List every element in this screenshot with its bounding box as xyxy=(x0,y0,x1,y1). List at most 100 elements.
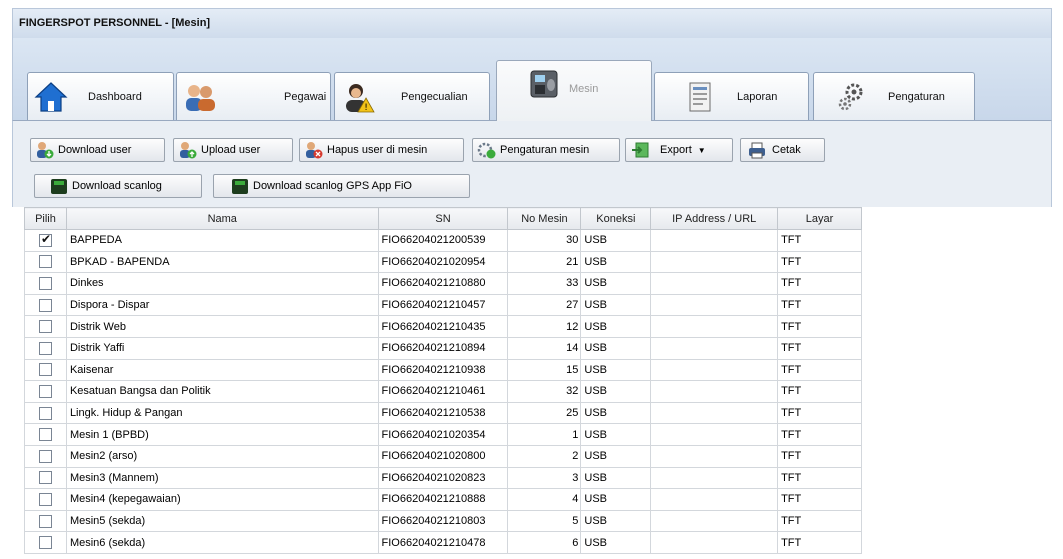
row-checkbox[interactable] xyxy=(38,406,52,420)
row-checkbox[interactable] xyxy=(38,514,52,528)
tab-dashboard[interactable]: Dashboard xyxy=(27,72,174,120)
column-header-layar[interactable]: Layar xyxy=(777,207,862,230)
table-row[interactable]: Distrik Web FIO66204021210435 12 USB TFT xyxy=(24,315,862,338)
table-row[interactable]: Distrik Yaffi FIO66204021210894 14 USB TFT xyxy=(24,336,862,360)
hapus-user-button[interactable]: Hapus user di mesin xyxy=(299,138,464,162)
koneksi-cell: USB xyxy=(580,380,652,403)
row-checkbox[interactable] xyxy=(38,449,52,463)
pilih-cell[interactable] xyxy=(24,401,67,425)
row-checkbox[interactable] xyxy=(38,232,52,247)
no-mesin-cell: 3 xyxy=(507,466,582,490)
window-title: FINGERSPOT PERSONNEL - [Mesin] xyxy=(19,17,211,29)
koneksi-cell: USB xyxy=(580,423,652,446)
layar-cell: TFT xyxy=(777,488,862,511)
table-row[interactable]: Lingk. Hidup & Pangan FIO66204021210538 25… xyxy=(24,401,862,425)
row-checkbox[interactable] xyxy=(38,492,52,506)
download-scanlog-button[interactable]: Download scanlog xyxy=(34,174,202,198)
column-header-pilih[interactable]: Pilih xyxy=(24,207,67,230)
pilih-cell[interactable] xyxy=(24,488,67,511)
table-row[interactable]: Mesin5 (sekda) FIO66204021210803 5 USB TFT xyxy=(24,509,862,533)
row-checkbox[interactable] xyxy=(38,320,52,334)
pilih-cell[interactable] xyxy=(24,293,67,317)
row-checkbox[interactable] xyxy=(38,255,52,269)
tab-label: Mesin xyxy=(569,83,599,95)
pilih-cell[interactable] xyxy=(24,444,67,468)
nama-cell: BAPPEDA xyxy=(65,229,379,252)
table-row[interactable]: Mesin6 (sekda) FIO66204021210478 6 USB TFT xyxy=(24,531,862,554)
button-label: Pengaturan mesin xyxy=(500,144,590,156)
layar-cell: TFT xyxy=(777,272,862,295)
pilih-cell[interactable] xyxy=(24,466,67,490)
download-user-button[interactable]: Download user xyxy=(30,138,165,162)
layar-cell: TFT xyxy=(777,380,862,403)
pilih-cell[interactable] xyxy=(24,423,67,446)
column-header-ip-address[interactable]: IP Address / URL xyxy=(650,207,779,230)
app-window: FINGERSPOT PERSONNEL - [Mesin] Dashboard… xyxy=(0,0,1063,559)
pilih-cell[interactable] xyxy=(24,315,67,338)
table-row[interactable]: Kaisenar FIO66204021210938 15 USB TFT xyxy=(24,358,862,382)
tab-pegawai[interactable]: Pegawai xyxy=(176,72,331,120)
koneksi-cell: USB xyxy=(580,531,652,554)
table-row[interactable]: Kesatuan Bangsa dan Politik FIO6620402121… xyxy=(24,380,862,403)
table-row[interactable]: BPKAD - BAPENDA FIO66204021020954 21 USB TFT xyxy=(24,250,862,274)
no-mesin-cell: 2 xyxy=(507,444,582,468)
pilih-cell[interactable] xyxy=(24,250,67,274)
sn-cell: FIO66204021210880 xyxy=(377,272,509,295)
sn-cell: FIO66204021210938 xyxy=(377,358,509,382)
row-checkbox[interactable] xyxy=(38,471,52,485)
table-row[interactable]: Mesin4 (kepegawaian) FIO66204021210888 4 US… xyxy=(24,488,862,511)
koneksi-cell: USB xyxy=(580,509,652,533)
nama-cell: Kesatuan Bangsa dan Politik xyxy=(65,380,379,403)
export-dropdown-button[interactable]: Export ▼ xyxy=(625,138,733,162)
tab-label: Pengaturan xyxy=(888,91,945,103)
pilih-cell[interactable] xyxy=(24,229,67,252)
home-icon xyxy=(34,82,68,112)
title-bar: FINGERSPOT PERSONNEL - [Mesin] xyxy=(12,8,1052,38)
toolbar: Download user Upload user Hapus user di … xyxy=(12,121,1052,207)
tab-pengecualian[interactable]: ! Pengecualian xyxy=(334,72,490,120)
pilih-cell[interactable] xyxy=(24,380,67,403)
row-checkbox[interactable] xyxy=(38,298,52,312)
tab-mesin[interactable]: Mesin xyxy=(496,60,652,121)
sn-cell: FIO66204021210478 xyxy=(377,531,509,554)
sn-cell: FIO66204021210435 xyxy=(377,315,509,338)
row-checkbox[interactable] xyxy=(38,363,52,377)
pilih-cell[interactable] xyxy=(24,272,67,295)
upload-user-button[interactable]: Upload user xyxy=(173,138,293,162)
nama-cell: Distrik Yaffi xyxy=(65,336,379,360)
row-checkbox[interactable] xyxy=(38,384,52,398)
column-header-koneksi[interactable]: Koneksi xyxy=(580,207,652,230)
table-row[interactable]: Dinkes FIO66204021210880 33 USB TFT xyxy=(24,272,862,295)
row-checkbox[interactable] xyxy=(38,276,52,290)
cetak-button[interactable]: Cetak xyxy=(740,138,825,162)
no-mesin-cell: 21 xyxy=(507,250,582,274)
button-label: Download user xyxy=(58,144,132,156)
row-checkbox[interactable] xyxy=(38,428,52,442)
table-row[interactable]: Mesin 1 (BPBD) FIO66204021020354 1 USB TFT xyxy=(24,423,862,446)
nama-cell: BPKAD - BAPENDA xyxy=(65,250,379,274)
column-header-nama[interactable]: Nama xyxy=(65,207,379,230)
no-mesin-cell: 15 xyxy=(507,358,582,382)
pengaturan-mesin-button[interactable]: Pengaturan mesin xyxy=(472,138,620,162)
tab-pengaturan[interactable]: Pengaturan xyxy=(813,72,975,120)
column-header-no-mesin[interactable]: No Mesin xyxy=(507,207,582,230)
no-mesin-cell: 27 xyxy=(507,293,582,317)
table-header-row: Pilih Nama SN No Mesin Koneksi IP Addres… xyxy=(24,207,862,230)
pilih-cell[interactable] xyxy=(24,509,67,533)
pilih-cell[interactable] xyxy=(24,336,67,360)
pilih-cell[interactable] xyxy=(24,531,67,554)
sn-cell: FIO66204021210888 xyxy=(377,488,509,511)
table-row[interactable]: Mesin2 (arso) FIO66204021020800 2 USB TFT xyxy=(24,444,862,468)
table-row[interactable]: BAPPEDAFIO6620402120053930USB TFT xyxy=(24,229,862,252)
ip-address-cell xyxy=(650,229,779,252)
pilih-cell[interactable] xyxy=(24,358,67,382)
download-scanlog-gps-button[interactable]: Download scanlog GPS App FiO xyxy=(213,174,470,198)
ip-address-cell xyxy=(650,272,779,295)
tab-laporan[interactable]: Laporan xyxy=(654,72,809,120)
row-checkbox[interactable] xyxy=(38,341,52,355)
row-checkbox[interactable] xyxy=(38,536,52,550)
table-row[interactable]: Dispora - Dispar FIO66204021210457 27 USB TF… xyxy=(24,293,862,317)
table-row[interactable]: Mesin3 (Mannem) FIO66204021020823 3 USB TFT xyxy=(24,466,862,490)
column-header-sn[interactable]: SN xyxy=(377,207,509,230)
koneksi-cell: USB xyxy=(580,488,652,511)
